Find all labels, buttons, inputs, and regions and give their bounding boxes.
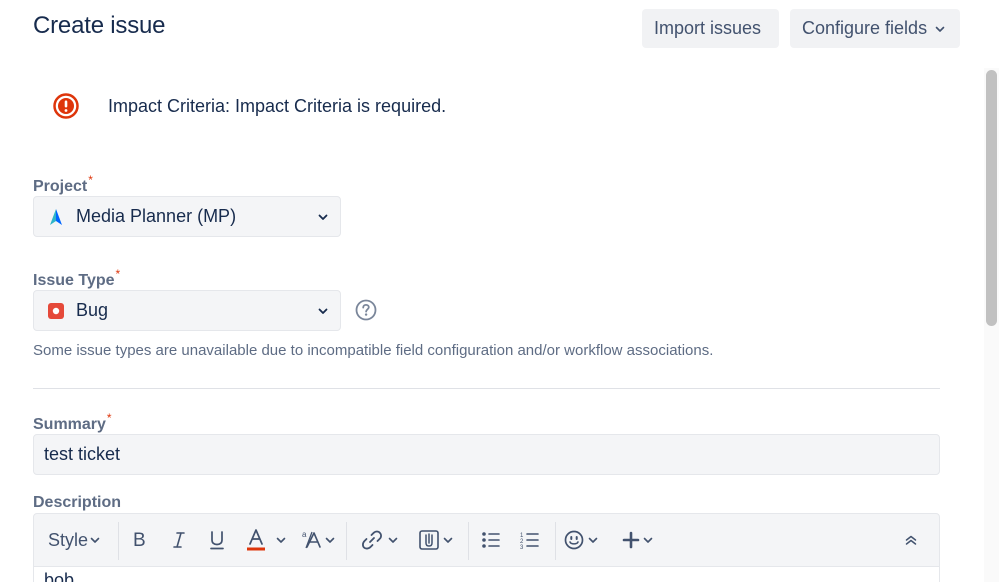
toolbar-separator <box>118 522 119 560</box>
style-dropdown[interactable]: Style <box>48 514 101 566</box>
bold-icon: B <box>133 530 146 550</box>
project-icon <box>50 208 62 225</box>
bullet-list-icon <box>482 532 500 548</box>
style-label: Style <box>48 529 89 550</box>
issue-type-hint: Some issue types are unavailable due to … <box>33 342 714 359</box>
configure-fields-label: Configure fields <box>802 18 928 38</box>
page-header: Create issue Import issues Configure fie… <box>0 0 999 60</box>
error-text: Impact Criteria: Impact Criteria is requ… <box>108 95 447 116</box>
configure-fields-button[interactable]: Configure fields <box>790 9 960 48</box>
chevron-double-up-icon <box>905 535 917 545</box>
description-label-text: Description <box>33 494 122 511</box>
toolbar-separator <box>346 522 347 560</box>
toolbar-separator <box>468 522 469 560</box>
issue-type-value: Bug <box>76 300 109 320</box>
project-label-text: Project <box>33 178 88 195</box>
summary-label: Summary* <box>33 411 112 434</box>
bug-icon <box>48 302 64 319</box>
chevron-down-icon <box>276 537 286 543</box>
help-icon[interactable] <box>355 299 377 321</box>
chevron-down-icon <box>318 214 328 220</box>
svg-text:a: a <box>302 530 307 539</box>
chevron-down-icon <box>388 537 398 543</box>
attachment-button[interactable] <box>418 514 454 566</box>
chevron-down-icon <box>325 537 335 543</box>
svg-text:B: B <box>133 530 146 550</box>
bold-button[interactable]: B <box>131 514 149 566</box>
page-title: Create issue <box>33 12 166 39</box>
underline-icon <box>210 531 224 550</box>
underline-button[interactable] <box>208 514 226 566</box>
issue-type-label-text: Issue Type <box>33 272 115 289</box>
required-mark: * <box>106 411 112 425</box>
italic-icon <box>173 532 185 548</box>
summary-value: test ticket <box>44 444 121 464</box>
chevron-down-icon <box>643 537 653 543</box>
project-select[interactable]: Media Planner (MP) <box>33 196 341 237</box>
description-editor[interactable]: bob <box>33 567 940 582</box>
chevron-down-icon <box>443 537 453 543</box>
link-icon <box>362 530 382 550</box>
text-effects-button[interactable]: a <box>301 514 336 566</box>
italic-button[interactable] <box>171 514 187 566</box>
scrollbar-thumb[interactable] <box>986 70 997 326</box>
emoji-button[interactable] <box>564 514 599 566</box>
chevron-down-icon <box>935 26 945 32</box>
divider <box>33 388 940 389</box>
issue-type-label: Issue Type* <box>33 267 120 290</box>
insert-more-button[interactable] <box>622 514 654 566</box>
numbered-list-icon: 123 <box>520 533 539 550</box>
description-content: bob <box>44 570 75 582</box>
link-button[interactable] <box>361 514 399 566</box>
import-issues-label: Import issues <box>654 18 762 38</box>
issue-type-select[interactable]: Bug <box>33 290 341 331</box>
text-color-button[interactable] <box>246 514 287 566</box>
bullet-list-button[interactable] <box>481 514 501 566</box>
toolbar-separator <box>555 522 556 560</box>
summary-input[interactable]: test ticket <box>33 434 940 475</box>
description-label: Description <box>33 494 121 512</box>
collapse-toolbar-button[interactable] <box>904 514 918 566</box>
numbered-list-button[interactable]: 123 <box>520 514 540 566</box>
import-issues-button[interactable]: Import issues <box>642 9 779 48</box>
description-toolbar: Style B a 123 <box>33 513 940 567</box>
project-label: Project* <box>33 173 93 196</box>
text-effects-icon: a <box>302 530 321 549</box>
required-mark: * <box>115 267 121 281</box>
svg-text:3: 3 <box>520 545 524 550</box>
emoji-icon <box>564 530 584 550</box>
chevron-down-icon <box>318 308 328 314</box>
required-mark: * <box>88 173 93 187</box>
summary-label-text: Summary <box>33 416 106 433</box>
plus-icon <box>622 531 640 549</box>
error-message: Impact Criteria: Impact Criteria is requ… <box>53 93 446 119</box>
attachment-icon <box>419 530 439 550</box>
error-icon <box>53 93 79 119</box>
chevron-down-icon <box>90 537 100 543</box>
project-value: Media Planner (MP) <box>76 206 237 226</box>
chevron-down-icon <box>588 537 598 543</box>
text-color-icon <box>247 529 265 551</box>
